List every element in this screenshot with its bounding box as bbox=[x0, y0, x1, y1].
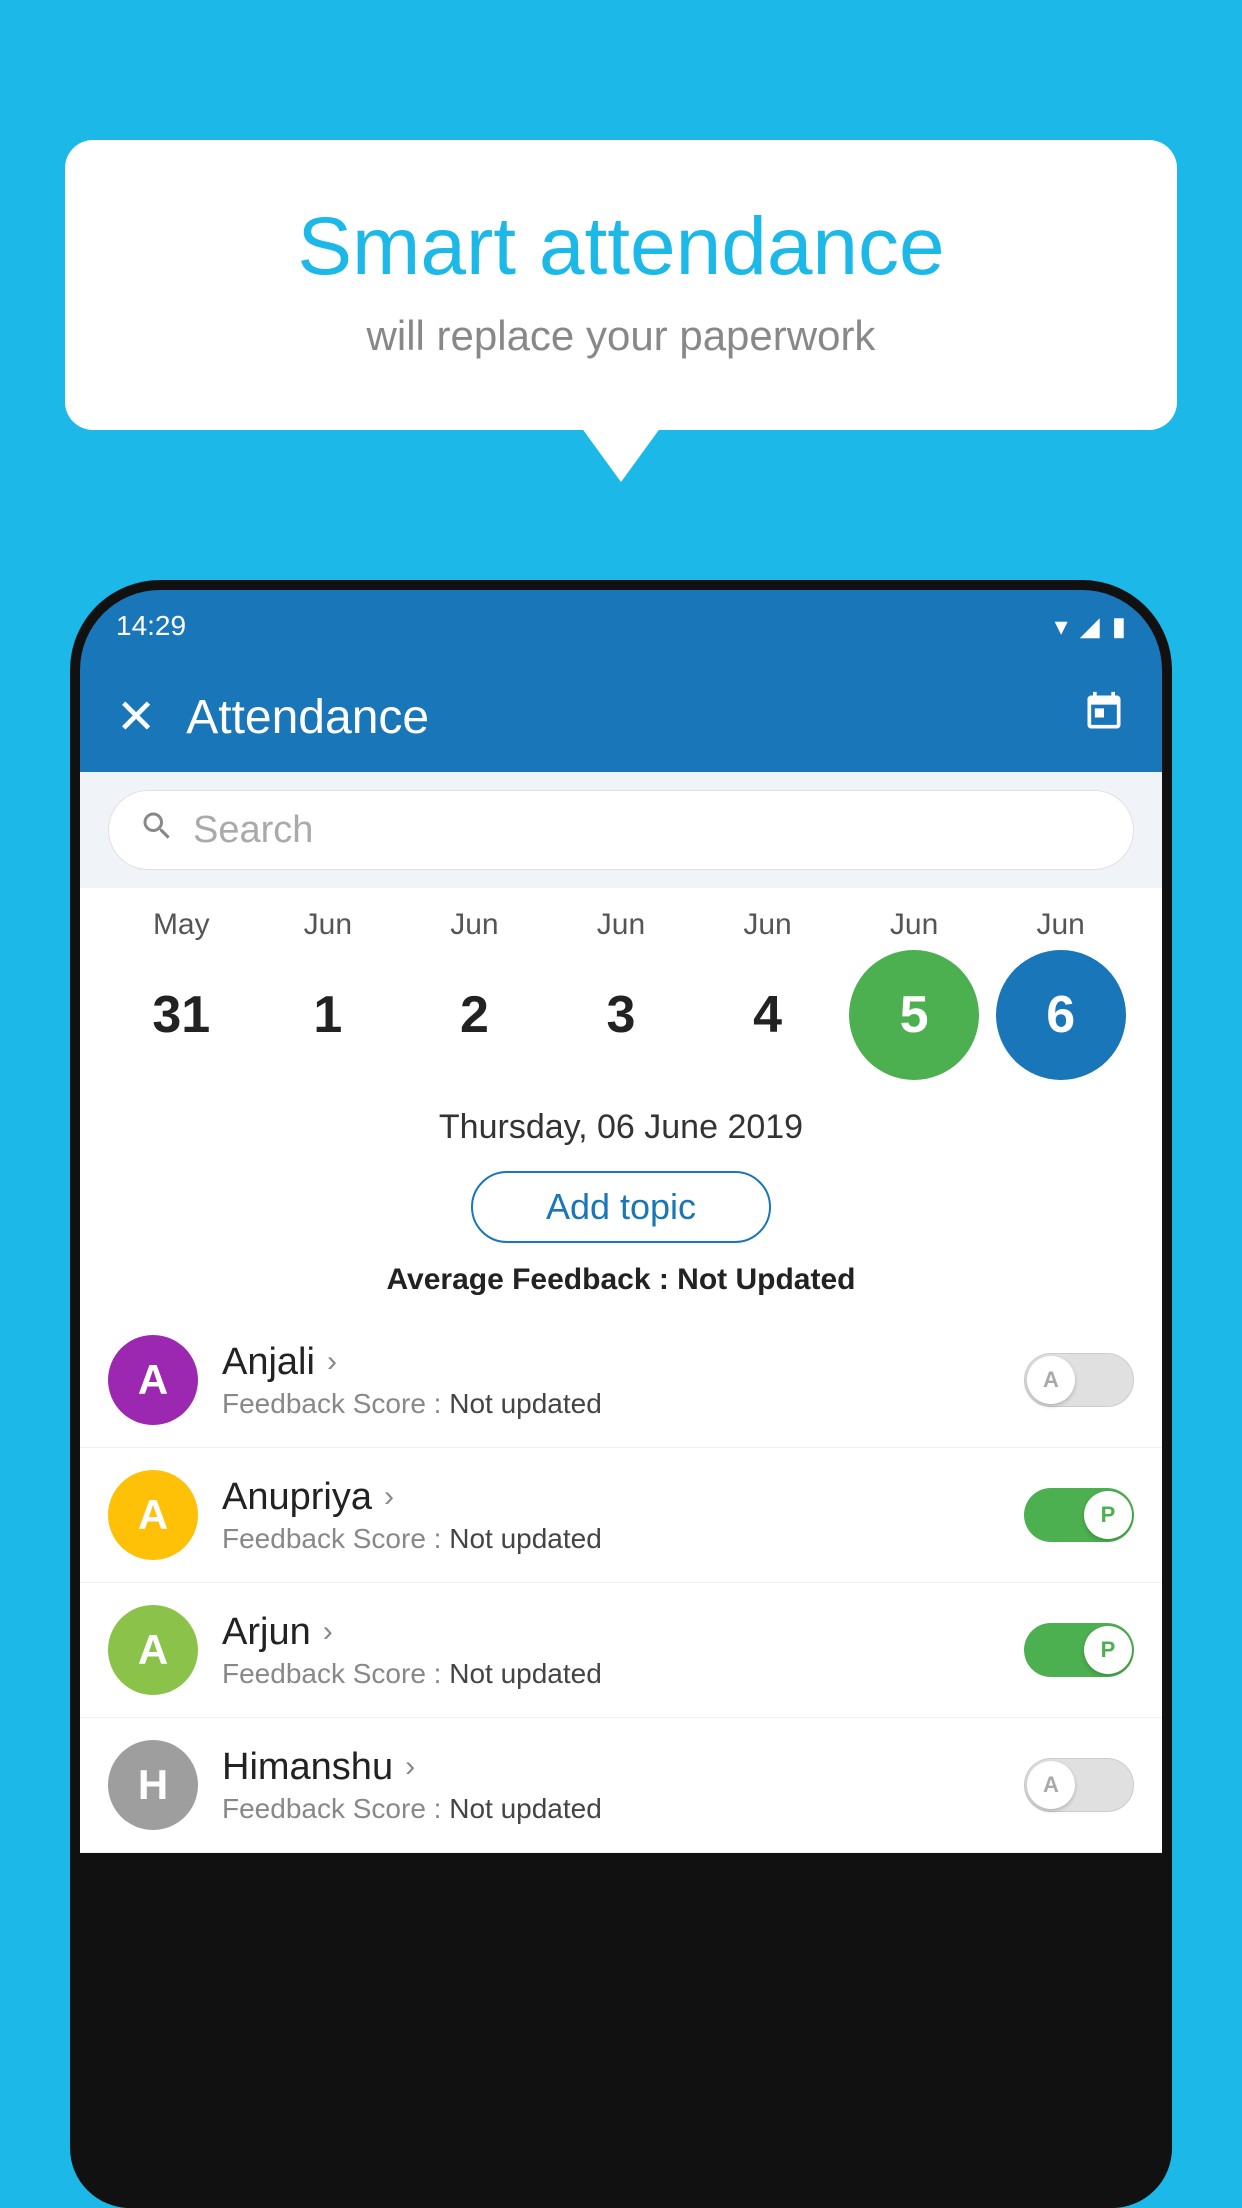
day-5[interactable]: 5 bbox=[849, 950, 979, 1080]
month-0: May bbox=[116, 908, 246, 942]
list-item: A Anupriya › Feedback Score : Not update… bbox=[80, 1448, 1162, 1583]
date-display: Thursday, 06 June 2019 bbox=[80, 1090, 1162, 1157]
toggle-track[interactable]: P bbox=[1024, 1623, 1134, 1677]
phone-inner: 14:29 ▾ ◢ ▮ ✕ Attendance bbox=[80, 590, 1162, 2208]
attendance-toggle[interactable]: P bbox=[1024, 1623, 1134, 1677]
search-bar[interactable]: Search bbox=[108, 790, 1134, 870]
signal-icon: ◢ bbox=[1080, 611, 1100, 642]
toggle-track[interactable]: P bbox=[1024, 1488, 1134, 1542]
student-feedback: Feedback Score : Not updated bbox=[222, 1793, 1000, 1825]
month-3: Jun bbox=[556, 908, 686, 942]
student-feedback: Feedback Score : Not updated bbox=[222, 1523, 1000, 1555]
calendar-icon[interactable] bbox=[1082, 690, 1126, 745]
chevron-right-icon: › bbox=[327, 1345, 337, 1379]
day-4[interactable]: 4 bbox=[703, 950, 833, 1080]
wifi-icon: ▾ bbox=[1055, 611, 1068, 642]
bubble-subtitle: will replace your paperwork bbox=[145, 312, 1097, 360]
attendance-toggle[interactable]: P bbox=[1024, 1488, 1134, 1542]
student-info: Anjali › Feedback Score : Not updated bbox=[222, 1341, 1000, 1420]
day-31[interactable]: 31 bbox=[116, 950, 246, 1080]
toggle-thumb: P bbox=[1084, 1491, 1132, 1539]
search-bar-container: Search bbox=[80, 772, 1162, 888]
month-2: Jun bbox=[409, 908, 539, 942]
chevron-right-icon: › bbox=[323, 1615, 333, 1649]
speech-bubble: Smart attendance will replace your paper… bbox=[65, 140, 1177, 430]
chevron-right-icon: › bbox=[405, 1750, 415, 1784]
day-row: 31 1 2 3 4 5 6 bbox=[108, 950, 1134, 1080]
average-feedback: Average Feedback : Not Updated bbox=[80, 1257, 1162, 1313]
attendance-toggle[interactable]: A bbox=[1024, 1353, 1134, 1407]
month-6: Jun bbox=[996, 908, 1126, 942]
month-1: Jun bbox=[263, 908, 393, 942]
toggle-thumb: A bbox=[1027, 1356, 1075, 1404]
day-2[interactable]: 2 bbox=[409, 950, 539, 1080]
student-list: A Anjali › Feedback Score : Not updated … bbox=[80, 1313, 1162, 1853]
calendar-strip: May Jun Jun Jun Jun Jun Jun 31 1 2 3 4 5… bbox=[80, 888, 1162, 1090]
student-feedback: Feedback Score : Not updated bbox=[222, 1388, 1000, 1420]
list-item: A Arjun › Feedback Score : Not updated P bbox=[80, 1583, 1162, 1718]
student-name[interactable]: Anupriya › bbox=[222, 1476, 1000, 1519]
month-5: Jun bbox=[849, 908, 979, 942]
status-icons: ▾ ◢ ▮ bbox=[1055, 611, 1126, 642]
attendance-toggle[interactable]: A bbox=[1024, 1758, 1134, 1812]
status-time: 14:29 bbox=[116, 610, 186, 642]
search-placeholder: Search bbox=[193, 809, 313, 852]
avatar: H bbox=[108, 1740, 198, 1830]
day-6[interactable]: 6 bbox=[996, 950, 1126, 1080]
day-1[interactable]: 1 bbox=[263, 950, 393, 1080]
avatar: A bbox=[108, 1470, 198, 1560]
search-icon bbox=[139, 808, 175, 853]
avg-feedback-label: Average Feedback : bbox=[386, 1263, 677, 1296]
student-info: Himanshu › Feedback Score : Not updated bbox=[222, 1746, 1000, 1825]
student-name[interactable]: Anjali › bbox=[222, 1341, 1000, 1384]
student-name[interactable]: Himanshu › bbox=[222, 1746, 1000, 1789]
day-3[interactable]: 3 bbox=[556, 950, 686, 1080]
battery-icon: ▮ bbox=[1112, 611, 1126, 642]
toggle-track[interactable]: A bbox=[1024, 1758, 1134, 1812]
add-topic-button[interactable]: Add topic bbox=[471, 1171, 771, 1243]
month-row: May Jun Jun Jun Jun Jun Jun bbox=[108, 908, 1134, 942]
status-bar: 14:29 ▾ ◢ ▮ bbox=[80, 590, 1162, 662]
toggle-track[interactable]: A bbox=[1024, 1353, 1134, 1407]
app-bar: ✕ Attendance bbox=[80, 662, 1162, 772]
phone-frame: 14:29 ▾ ◢ ▮ ✕ Attendance bbox=[70, 580, 1172, 2208]
student-feedback: Feedback Score : Not updated bbox=[222, 1658, 1000, 1690]
avatar: A bbox=[108, 1605, 198, 1695]
toggle-thumb: P bbox=[1084, 1626, 1132, 1674]
month-4: Jun bbox=[703, 908, 833, 942]
close-button[interactable]: ✕ bbox=[116, 689, 156, 745]
speech-bubble-container: Smart attendance will replace your paper… bbox=[65, 140, 1177, 430]
student-name[interactable]: Arjun › bbox=[222, 1611, 1000, 1654]
list-item: A Anjali › Feedback Score : Not updated … bbox=[80, 1313, 1162, 1448]
avatar: A bbox=[108, 1335, 198, 1425]
chevron-right-icon: › bbox=[384, 1480, 394, 1514]
app-bar-title: Attendance bbox=[186, 690, 1052, 745]
bubble-title: Smart attendance bbox=[145, 200, 1097, 294]
student-info: Anupriya › Feedback Score : Not updated bbox=[222, 1476, 1000, 1555]
student-info: Arjun › Feedback Score : Not updated bbox=[222, 1611, 1000, 1690]
screen-content: Search May Jun Jun Jun Jun Jun Jun 31 1 … bbox=[80, 772, 1162, 1853]
toggle-thumb: A bbox=[1027, 1761, 1075, 1809]
avg-feedback-value: Not Updated bbox=[677, 1263, 855, 1296]
list-item: H Himanshu › Feedback Score : Not update… bbox=[80, 1718, 1162, 1853]
